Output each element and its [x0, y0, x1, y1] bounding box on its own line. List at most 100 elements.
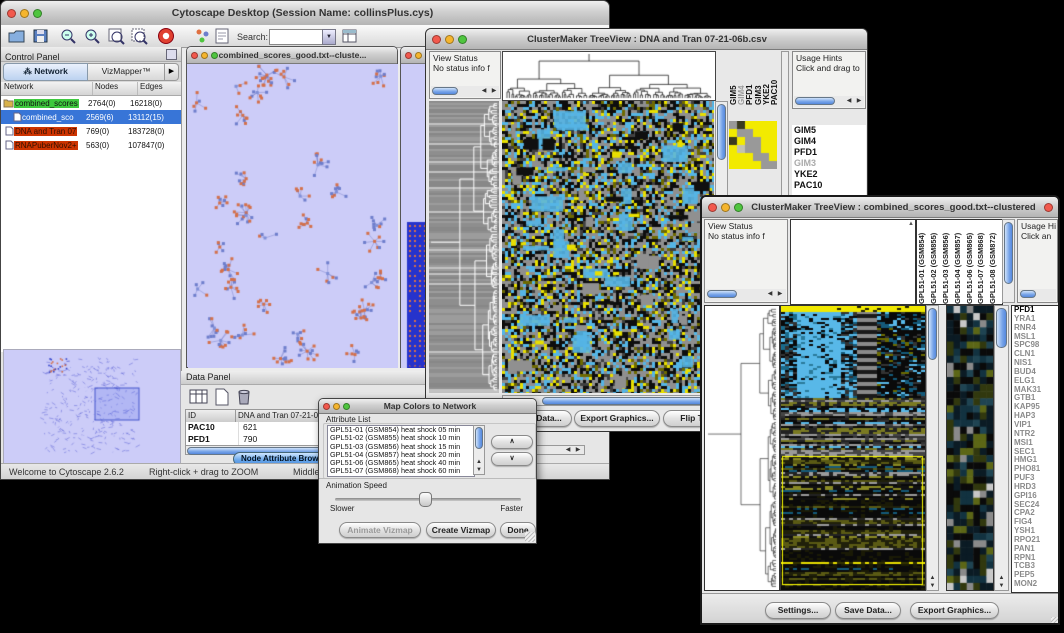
- close-icon[interactable]: [323, 403, 330, 410]
- col-nodes[interactable]: Nodes: [93, 82, 138, 95]
- float-panel-icon[interactable]: [166, 49, 177, 60]
- main-titlebar[interactable]: Cytoscape Desktop (Session Name: collins…: [1, 1, 609, 26]
- network-row-selected[interactable]: combined_sco 2569(6) 13112(15): [1, 110, 181, 124]
- attribute-browser-icon[interactable]: [341, 27, 359, 45]
- network-name[interactable]: DNA and Tran 07: [14, 127, 77, 136]
- tab-overflow-icon[interactable]: ▶: [165, 63, 179, 81]
- window-controls[interactable]: [7, 9, 42, 18]
- zoom-window-icon[interactable]: [343, 403, 350, 410]
- open-file-icon[interactable]: [7, 27, 26, 45]
- usage-hints-scrollbar[interactable]: [1019, 289, 1056, 301]
- minimize-icon[interactable]: [201, 52, 208, 59]
- gene-label[interactable]: MON2: [1012, 580, 1059, 589]
- gene-label[interactable]: GIM4: [792, 136, 866, 147]
- network-name[interactable]: combined_scores: [14, 99, 79, 108]
- scroll-up-icon[interactable]: ▲: [908, 221, 914, 227]
- table-row[interactable]: PAC10: [186, 422, 239, 434]
- network-row[interactable]: DNA and Tran 07 769(0) 183728(0): [1, 124, 181, 138]
- tv2-column-dendrogram-area[interactable]: ▲: [790, 219, 916, 305]
- tv2-gene-list[interactable]: PFD1YRA1RNR4MSL1SPC98CLN1NIS1BUD4ELG1MAK…: [1011, 305, 1060, 593]
- tv1-mini-heatmap[interactable]: [729, 121, 777, 169]
- gene-label[interactable]: GIM3: [792, 158, 866, 169]
- export-graphics-button[interactable]: Export Graphics...: [910, 602, 999, 619]
- help-lifebuoy-icon[interactable]: [156, 27, 176, 45]
- close-icon[interactable]: [191, 52, 198, 59]
- minimize-icon[interactable]: [415, 52, 422, 59]
- search-dropdown-icon[interactable]: ▼: [322, 29, 336, 45]
- tv2-top-scrollbar[interactable]: [1002, 219, 1015, 303]
- annotation-icon[interactable]: [214, 27, 231, 45]
- attribute-list-scrollbar[interactable]: ▲▼: [473, 425, 485, 475]
- tv2-row-dendrogram[interactable]: [704, 305, 780, 591]
- usage-hints-scrollbar[interactable]: ◀▶: [794, 96, 864, 107]
- tv1-column-dendrogram[interactable]: [502, 51, 716, 101]
- search-input[interactable]: [269, 29, 327, 45]
- zoom-window-icon[interactable]: [734, 203, 743, 212]
- resize-grip[interactable]: [525, 532, 535, 542]
- zoom-window-icon[interactable]: [458, 35, 467, 44]
- resize-grip[interactable]: [1051, 617, 1060, 625]
- create-vizmap-button[interactable]: Create Vizmap: [426, 522, 496, 538]
- close-icon[interactable]: [708, 203, 717, 212]
- network-row[interactable]: RNAPuberNov2+ 563(0) 107847(0): [1, 138, 181, 152]
- gene-label[interactable]: YKE2: [792, 169, 866, 180]
- scroll-arrows[interactable]: ▲▼: [927, 574, 938, 590]
- speed-slider-thumb[interactable]: [419, 492, 432, 507]
- network-canvas[interactable]: [188, 64, 398, 368]
- minimize-icon[interactable]: [721, 203, 730, 212]
- table-icon[interactable]: [189, 388, 209, 406]
- zoom-selected-icon[interactable]: [130, 27, 149, 45]
- network-table-header: Network Nodes Edges: [1, 82, 181, 96]
- close-icon[interactable]: [405, 52, 412, 59]
- id-column-header[interactable]: ID: [186, 410, 236, 422]
- col-edges[interactable]: Edges: [138, 82, 181, 95]
- zoom-in-icon[interactable]: [83, 27, 102, 45]
- trash-icon[interactable]: [236, 387, 252, 406]
- tab-vizmapper[interactable]: VizMapper™: [88, 63, 165, 81]
- network-row[interactable]: combined_scores 2764(0) 16218(0): [1, 96, 181, 110]
- tv2-zoomed-heatmap[interactable]: [946, 305, 994, 591]
- tv2-zoom-vscrollbar[interactable]: ▲▼: [994, 305, 1009, 591]
- view-status-scrollbar[interactable]: ◀▶: [431, 86, 499, 97]
- zoom-window-icon[interactable]: [33, 9, 42, 18]
- move-down-button[interactable]: ∨: [491, 452, 533, 466]
- tv1-heatmap[interactable]: [502, 101, 714, 393]
- tab-network[interactable]: ⁂ Network: [3, 63, 88, 81]
- col-network[interactable]: Network: [1, 82, 93, 95]
- zoom-out-icon[interactable]: [59, 27, 78, 45]
- minimize-icon[interactable]: [20, 9, 29, 18]
- attribute-list[interactable]: GPL51-01 (GSM854) heat shock 05 minGPL51…: [327, 425, 475, 477]
- scroll-arrows[interactable]: ▲▼: [474, 458, 484, 474]
- tv1-export-graphics-button[interactable]: Export Graphics...: [574, 410, 660, 427]
- network-name[interactable]: combined_sco: [22, 113, 86, 122]
- new-attribute-icon[interactable]: [214, 388, 230, 406]
- minimize-icon[interactable]: [333, 403, 340, 410]
- save-icon[interactable]: [31, 27, 50, 45]
- scroll-right-icon[interactable]: ▶: [573, 446, 583, 454]
- tv2-heat-vscrollbar[interactable]: ▲▼: [926, 305, 939, 591]
- tv2-heatmap[interactable]: [780, 305, 926, 591]
- vizmap-icon[interactable]: [195, 27, 211, 45]
- gene-label[interactable]: GIM5: [792, 125, 866, 136]
- minimize-icon[interactable]: [445, 35, 454, 44]
- save-data-button[interactable]: Save Data...: [835, 602, 901, 619]
- tv1-row-dendrogram[interactable]: [429, 101, 499, 393]
- animate-vizmap-button[interactable]: Animate Vizmap: [339, 522, 421, 538]
- window-controls[interactable]: [432, 35, 467, 44]
- gene-label[interactable]: PAC10: [792, 180, 866, 191]
- move-up-button[interactable]: ∧: [491, 435, 533, 449]
- network-name[interactable]: RNAPuberNov2+: [14, 141, 78, 150]
- view-status-scrollbar[interactable]: ◀▶: [706, 289, 786, 301]
- settings-button[interactable]: Settings...: [765, 602, 831, 619]
- gene-label[interactable]: PFD1: [792, 147, 866, 158]
- zoom-fit-icon[interactable]: [107, 27, 126, 45]
- close-icon[interactable]: [432, 35, 441, 44]
- red-icon[interactable]: [1044, 203, 1053, 212]
- network-overview-panel[interactable]: [3, 349, 181, 465]
- zoom-window-icon[interactable]: [211, 52, 218, 59]
- scroll-arrows[interactable]: ▲▼: [995, 574, 1008, 590]
- scroll-left-icon[interactable]: ◀: [563, 446, 573, 454]
- attribute-item[interactable]: GPL51-07 (GSM868) heat shock 60 min: [328, 467, 474, 475]
- window-controls[interactable]: [708, 203, 743, 212]
- close-icon[interactable]: [7, 9, 16, 18]
